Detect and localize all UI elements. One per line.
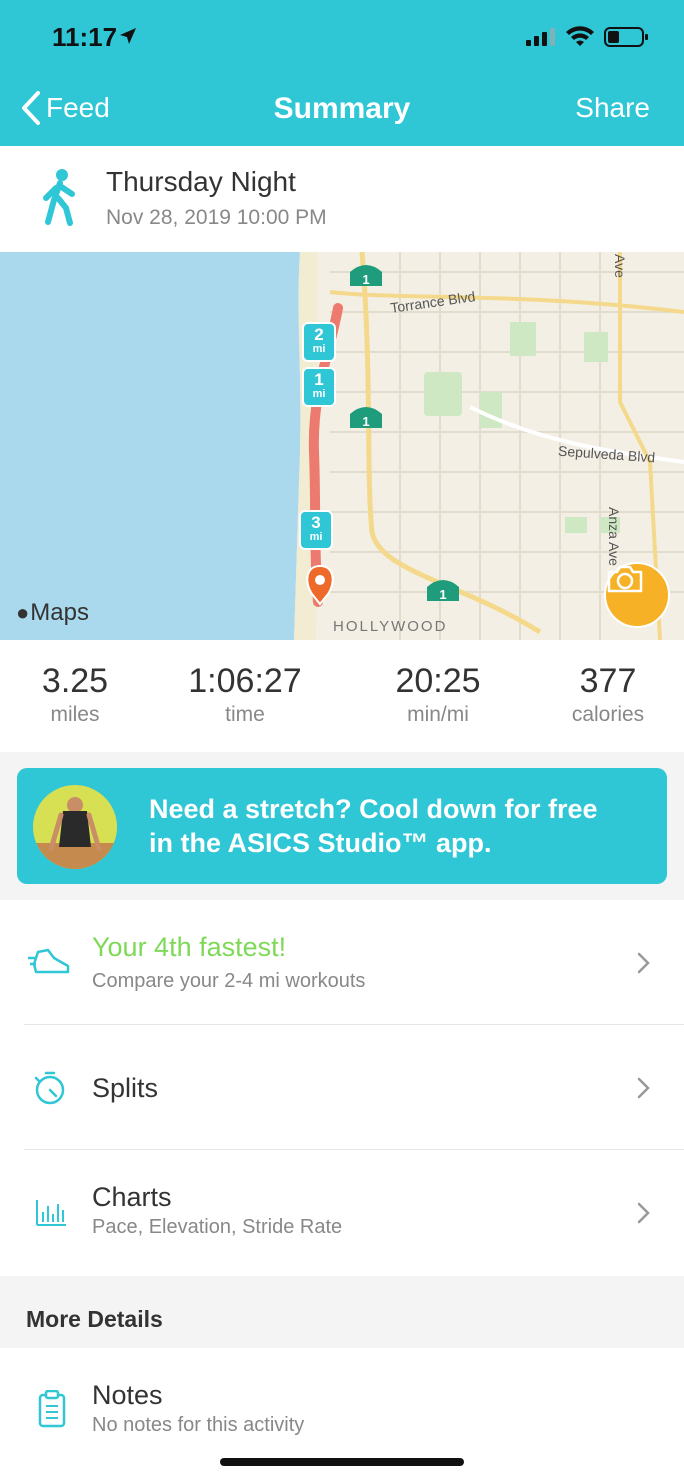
activity-title: Thursday Night <box>106 166 296 197</box>
cellular-signal-icon <box>526 28 555 46</box>
stat-value: 377 <box>579 662 637 700</box>
row-subtitle: Compare your 2-4 mi workouts <box>92 970 366 992</box>
stretching-person-avatar <box>33 785 117 869</box>
maps-attribution: ● Maps <box>16 599 89 626</box>
row-subtitle: Pace, Elevation, Stride Rate <box>92 1216 343 1238</box>
stopwatch-icon <box>34 1071 65 1105</box>
stats-bar: 3.25 miles 1:06:27 time 20:25 min/mi 377… <box>0 640 684 752</box>
svg-text:1: 1 <box>439 587 446 602</box>
stat-unit: min/mi <box>407 703 469 726</box>
stat-unit: miles <box>50 703 100 726</box>
fastest-workout-row[interactable]: Your 4th fastest! Compare your 2-4 mi wo… <box>0 900 684 1025</box>
activity-header: Thursday Night Nov 28, 2019 10:00 PM <box>0 146 684 252</box>
home-indicator <box>220 1458 464 1466</box>
camera-icon <box>607 565 643 593</box>
chevron-right-icon <box>637 1077 650 1099</box>
stat-distance: 3.25 miles <box>0 662 155 727</box>
status-time: 11:17 <box>52 22 118 52</box>
svg-text:1: 1 <box>362 272 369 287</box>
running-shoe-icon <box>28 948 70 974</box>
mile-marker-2: 2 mi <box>302 322 336 362</box>
section-title: More Details <box>26 1306 163 1332</box>
svg-text:1: 1 <box>362 414 369 429</box>
stat-calories: 377 calories <box>528 662 684 727</box>
top-bar: 11:17 Feed Summary Share <box>0 0 684 146</box>
charts-row[interactable]: Charts Pace, Elevation, Stride Rate <box>0 1150 684 1275</box>
more-details-header: More Details <box>0 1276 684 1348</box>
street-label: Ave <box>612 254 628 278</box>
street-label: Anza Ave <box>606 507 622 566</box>
stat-unit: time <box>225 703 265 726</box>
activity-date: Nov 28, 2019 10:00 PM <box>106 206 327 229</box>
row-title: Splits <box>92 1073 159 1103</box>
share-button[interactable]: Share <box>575 92 650 124</box>
area-label: HOLLYWOOD <box>333 618 448 635</box>
battery-icon <box>604 27 648 47</box>
stat-value: 1:06:27 <box>188 662 302 700</box>
stat-pace: 20:25 min/mi <box>358 662 518 727</box>
stat-time: 1:06:27 time <box>165 662 325 727</box>
apple-logo-icon: ● <box>16 600 30 625</box>
clipboard-icon <box>38 1390 66 1428</box>
bar-chart-icon <box>36 1200 66 1226</box>
promo-text: Need a stretch? Cool down for free in th… <box>149 794 598 858</box>
mile-marker-1: 1 mi <box>302 367 336 407</box>
camera-button[interactable] <box>604 562 670 628</box>
stat-unit: calories <box>571 703 645 726</box>
row-title: Your 4th fastest! <box>92 932 287 962</box>
route-map[interactable]: 111 2 mi 1 mi 3 mi Torrance Blvd Sepulve… <box>0 252 684 640</box>
stat-value: 20:25 <box>395 662 481 700</box>
row-subtitle: No notes for this activity <box>92 1414 305 1436</box>
walking-person-icon <box>43 169 75 226</box>
stat-value: 3.25 <box>41 662 109 700</box>
asics-studio-promo-banner[interactable]: Need a stretch? Cool down for free in th… <box>17 768 667 884</box>
chevron-right-icon <box>637 1202 650 1224</box>
row-title: Charts <box>92 1182 172 1212</box>
chevron-right-icon <box>637 952 650 974</box>
row-title: Notes <box>92 1380 163 1410</box>
wifi-icon <box>566 26 594 46</box>
splits-row[interactable]: Splits <box>0 1025 684 1150</box>
location-arrow-icon <box>120 28 136 44</box>
mile-marker-3: 3 mi <box>299 510 333 550</box>
detail-list: Your 4th fastest! Compare your 2-4 mi wo… <box>0 900 684 1276</box>
